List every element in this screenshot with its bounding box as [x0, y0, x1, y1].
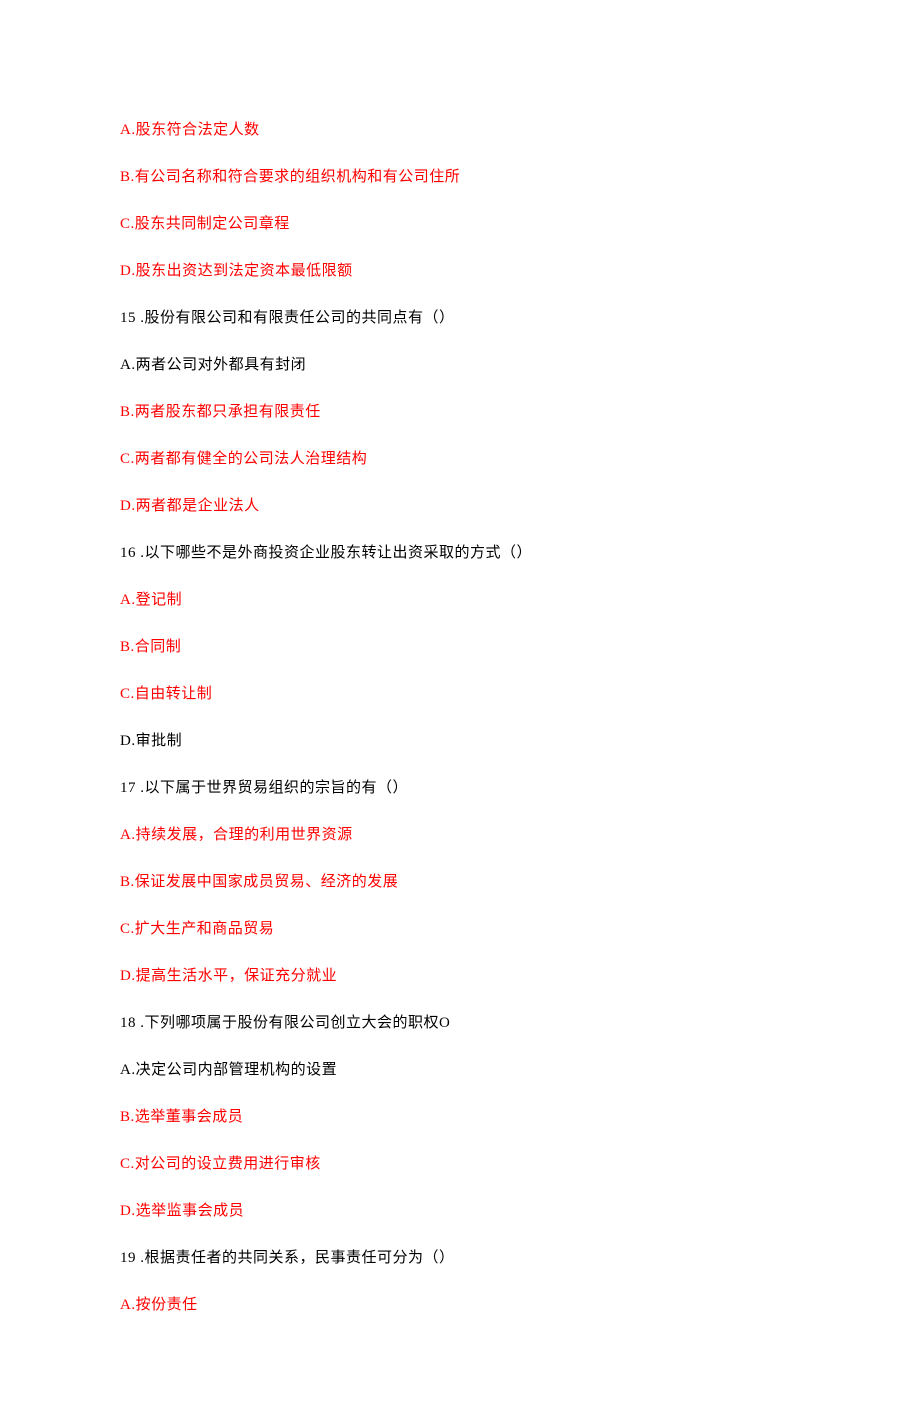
text-line: D.选举监事会成员 — [120, 1201, 800, 1222]
text-line: D.审批制 — [120, 731, 800, 752]
text-line: B.有公司名称和符合要求的组织机构和有公司住所 — [120, 167, 800, 188]
text-line: D.两者都是企业法人 — [120, 496, 800, 517]
text-line: A.决定公司内部管理机构的设置 — [120, 1060, 800, 1081]
text-line: D.提高生活水平，保证充分就业 — [120, 966, 800, 987]
text-line: C.两者都有健全的公司法人治理结构 — [120, 449, 800, 470]
text-line: A.股东符合法定人数 — [120, 120, 800, 141]
document-page: A.股东符合法定人数 B.有公司名称和符合要求的组织机构和有公司住所 C.股东共同制… — [0, 0, 920, 1402]
content-container: A.股东符合法定人数 B.有公司名称和符合要求的组织机构和有公司住所 C.股东共同制… — [120, 120, 800, 1316]
text-line: 19 .根据责任者的共同关系，民事责任可分为（） — [120, 1248, 800, 1269]
text-line: 15 .股份有限公司和有限责任公司的共同点有（） — [120, 308, 800, 329]
text-line: 18 .下列哪项属于股份有限公司创立大会的职权O — [120, 1013, 800, 1034]
text-line: C.扩大生产和商品贸易 — [120, 919, 800, 940]
text-line: A.持续发展，合理的利用世界资源 — [120, 825, 800, 846]
text-line: B.合同制 — [120, 637, 800, 658]
text-line: A.按份责任 — [120, 1295, 800, 1316]
text-line: 16 .以下哪些不是外商投资企业股东转让出资采取的方式（） — [120, 543, 800, 564]
text-line: B.保证发展中国家成员贸易、经济的发展 — [120, 872, 800, 893]
text-line: D.股东出资达到法定资本最低限额 — [120, 261, 800, 282]
text-line: A.两者公司对外都具有封闭 — [120, 355, 800, 376]
text-line: C.股东共同制定公司章程 — [120, 214, 800, 235]
text-line: C.自由转让制 — [120, 684, 800, 705]
text-line: B.选举董事会成员 — [120, 1107, 800, 1128]
text-line: A.登记制 — [120, 590, 800, 611]
text-line: C.对公司的设立费用进行审核 — [120, 1154, 800, 1175]
text-line: 17 .以下属于世界贸易组织的宗旨的有（） — [120, 778, 800, 799]
text-line: B.两者股东都只承担有限责任 — [120, 402, 800, 423]
